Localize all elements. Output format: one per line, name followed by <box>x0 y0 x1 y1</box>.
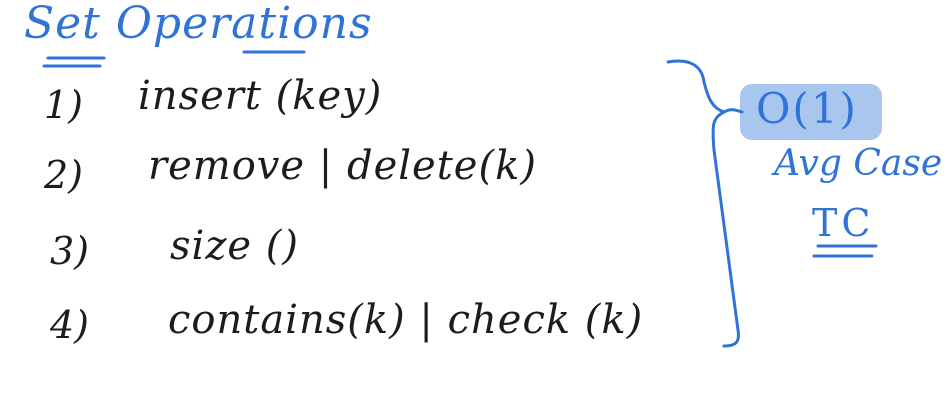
time-complexity-label: TC <box>812 201 875 245</box>
operation-number-3: 3) <box>50 229 90 273</box>
operation-remove-delete: remove | delete(k) <box>148 143 537 189</box>
set-operations-title: Set Operations <box>24 0 373 49</box>
operation-number-4: 4) <box>50 303 90 347</box>
operation-number-1: 1) <box>44 83 84 127</box>
grouping-brace <box>666 59 740 348</box>
operation-contains-check: contains(k) | check (k) <box>168 297 644 343</box>
complexity-value: O(1) <box>756 84 858 133</box>
whiteboard-canvas: Set Operations 1) insert (key) 2) remove… <box>0 0 948 403</box>
operation-size: size () <box>170 223 299 269</box>
operation-number-2: 2) <box>44 153 84 197</box>
operation-insert: insert (key) <box>138 73 383 119</box>
average-case-label: Avg Case <box>774 143 943 184</box>
